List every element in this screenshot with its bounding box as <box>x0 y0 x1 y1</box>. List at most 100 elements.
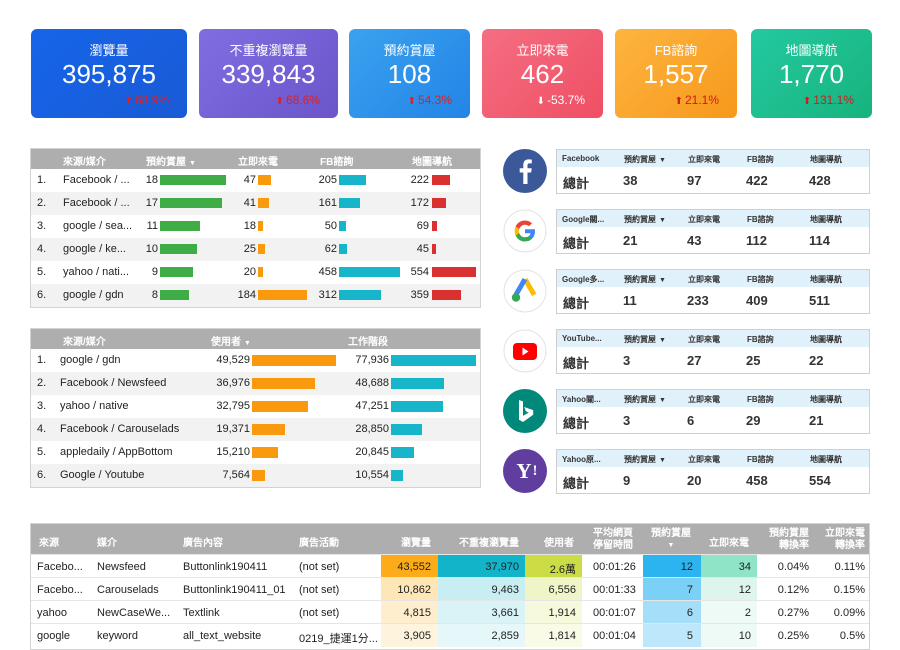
call-value: 34 <box>738 561 751 573</box>
col-map[interactable]: 地圖導航 <box>810 274 842 285</box>
users-bar <box>252 378 315 389</box>
col-call[interactable]: 立即來電 <box>688 454 720 465</box>
table-row[interactable]: yahoo NewCaseWe... Textlink (not set) 4,815 3… <box>31 600 869 624</box>
col-map[interactable]: 地圖導航 <box>810 214 842 225</box>
avg-time-value: 00:01:33 <box>593 584 636 596</box>
row-campaign: (not set) <box>299 607 340 619</box>
table-row[interactable]: 2. Facebook / ... 17 41 161 172 <box>31 192 480 215</box>
table-row[interactable]: 6. google / gdn 8 184 312 359 <box>31 284 480 307</box>
table-row[interactable]: 1. google / gdn 49,529 77,936 <box>31 349 480 372</box>
col-fb[interactable]: FB諮詢 <box>747 454 774 465</box>
col-sessions[interactable]: 工作階段 <box>348 333 388 348</box>
col-booking[interactable]: 預約賞屋 ▼ <box>651 528 691 552</box>
users-value: 1,914 <box>548 607 576 619</box>
table-row[interactable]: 3. yahoo / native 32,795 47,251 <box>31 395 480 418</box>
col-fb[interactable]: FB諮詢 <box>747 214 774 225</box>
avg-time-value: 00:01:07 <box>593 607 636 619</box>
booking-bar <box>160 290 189 300</box>
table-row[interactable]: 1. Facebook / ... 18 47 205 222 <box>31 169 480 192</box>
booking-rate-value: 0.27% <box>777 607 809 619</box>
map-bar <box>432 198 446 208</box>
users-value: 32,795 <box>216 400 250 412</box>
booking-value: 3 <box>623 353 631 368</box>
booking-bar <box>160 198 222 208</box>
col-pageviews[interactable]: 瀏覽量 <box>401 534 431 549</box>
table-row[interactable]: 6. Google / Youtube 7,564 10,554 <box>31 464 480 487</box>
sessions-value: 47,251 <box>355 400 389 412</box>
col-fb[interactable]: FB諮詢 <box>747 274 774 285</box>
col-users[interactable]: 使用者 <box>544 534 574 549</box>
col-fb[interactable]: FB諮詢 <box>747 154 774 165</box>
col-booking-rate[interactable]: 預約賞屋 轉換率 <box>769 528 809 552</box>
channel-scorecard: Google多... 預約賞屋 ▼ 立即來電 FB諮詢 地圖導航 總計 11 233 409 511 <box>556 269 870 314</box>
col-booking[interactable]: 預約賞屋 ▼ <box>624 154 666 165</box>
col-booking[interactable]: 預約賞屋 ▼ <box>624 334 666 345</box>
row-medium: keyword <box>97 630 138 642</box>
arrow-up-icon: ⬆ <box>275 96 284 107</box>
col-medium[interactable]: 媒介 <box>97 534 117 549</box>
col-call[interactable]: 立即來電 <box>688 394 720 405</box>
col-booking[interactable]: 預約賞屋 ▼ <box>624 214 666 225</box>
col-booking[interactable]: 預約賞屋 ▼ <box>624 394 666 405</box>
col-call[interactable]: 立即來電 <box>688 334 720 345</box>
kpi-card: FB諮詢 1,557 ⬆ 21.1% <box>615 29 737 118</box>
booking-value: 11 <box>146 220 158 232</box>
table-row[interactable]: 5. yahoo / nati... 9 20 458 554 <box>31 261 480 284</box>
table-row[interactable]: 3. google / sea... 11 18 50 69 <box>31 215 480 238</box>
fb-bar <box>339 198 360 208</box>
col-map[interactable]: 地圖導航 <box>810 454 842 465</box>
fb-bar <box>339 290 381 300</box>
col-call[interactable]: 立即來電 <box>709 534 749 549</box>
table-row[interactable]: Facebo... Carouselads Buttonlink190411_01 (… <box>31 577 869 601</box>
col-call-rate[interactable]: 立即來電 轉換率 <box>825 528 865 552</box>
row-ad-content: Buttonlink190411 <box>183 561 268 573</box>
row-source: Facebook / ... <box>63 174 130 186</box>
col-map[interactable]: 地圖導航 <box>810 394 842 405</box>
col-call[interactable]: 立即來電 <box>238 153 278 168</box>
table-row[interactable]: 4. Facebook / Carouselads 19,371 28,850 <box>31 418 480 441</box>
map-value: 554 <box>809 473 831 488</box>
call-value: 47 <box>243 174 256 186</box>
call-value: 12 <box>738 584 751 596</box>
col-booking[interactable]: 預約賞屋 ▼ <box>146 153 196 168</box>
col-ad-content[interactable]: 廣告內容 <box>183 534 223 549</box>
col-source[interactable]: 來源 <box>39 534 59 549</box>
kpi-card: 預約賞屋 108 ⬆ 54.3% <box>349 29 470 118</box>
kpi-value: 1,770 <box>778 59 845 89</box>
col-avg-time[interactable]: 平均網頁 停留時間 <box>593 528 633 552</box>
col-users[interactable]: 使用者 ▼ <box>211 333 251 348</box>
col-call[interactable]: 立即來電 <box>688 214 720 225</box>
col-fb[interactable]: FB諮詢 <box>320 153 353 168</box>
table-row[interactable]: Facebo... Newsfeed Buttonlink190411 (not se… <box>31 554 869 578</box>
col-call[interactable]: 立即來電 <box>688 274 720 285</box>
table-row[interactable]: 5. appledaily / AppBottom 15,210 20,845 <box>31 441 480 464</box>
col-booking[interactable]: 預約賞屋 ▼ <box>624 274 666 285</box>
col-booking[interactable]: 預約賞屋 ▼ <box>624 454 666 465</box>
col-source[interactable]: 來源/媒介 <box>63 153 106 168</box>
call-rate-value: 0.5% <box>839 630 865 642</box>
col-unique-pageviews[interactable]: 不重複瀏覽量 <box>459 534 519 549</box>
arrow-up-icon: ⬆ <box>124 96 133 107</box>
col-source[interactable]: 來源/媒介 <box>63 333 106 348</box>
channel-scorecard: Google關... 預約賞屋 ▼ 立即來電 FB諮詢 地圖導航 總計 21 43 112 114 <box>556 209 870 254</box>
table-row[interactable]: 2. Facebook / Newsfeed 36,976 48,688 <box>31 372 480 395</box>
col-campaign[interactable]: 廣告活動 <box>299 534 339 549</box>
col-map[interactable]: 地圖導航 <box>810 334 842 345</box>
map-value: 45 <box>416 243 429 255</box>
col-map[interactable]: 地圖導航 <box>412 153 452 168</box>
kpi-value: 1,557 <box>643 59 709 89</box>
booking-value: 8 <box>151 289 158 301</box>
scorecard-header: YouTube... 預約賞屋 ▼ 立即來電 FB諮詢 地圖導航 <box>557 330 869 347</box>
table-row[interactable]: google keyword all_text_website 0219_捷運1分..… <box>31 623 869 647</box>
scorecard-header: Google關... 預約賞屋 ▼ 立即來電 FB諮詢 地圖導航 <box>557 210 869 227</box>
col-fb[interactable]: FB諮詢 <box>747 334 774 345</box>
col-map[interactable]: 地圖導航 <box>810 154 842 165</box>
table-row[interactable]: 4. google / ke... 10 25 62 45 <box>31 238 480 261</box>
booking-value: 5 <box>686 630 693 642</box>
row-source: Facebook / Carouselads <box>60 423 180 435</box>
col-fb[interactable]: FB諮詢 <box>747 394 774 405</box>
col-call[interactable]: 立即來電 <box>688 154 720 165</box>
map-value: 222 <box>410 174 429 186</box>
unique-pv-value: 3,661 <box>491 607 519 619</box>
row-source: Facebook / Newsfeed <box>60 377 167 389</box>
